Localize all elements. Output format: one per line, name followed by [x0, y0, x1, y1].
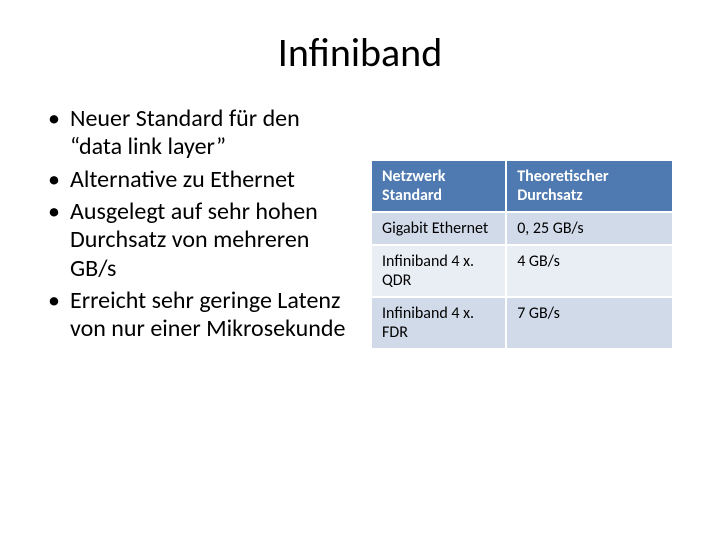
list-item: Neuer Standard für den “data link layer”: [48, 105, 348, 162]
list-item: Alternative zu Ethernet: [48, 166, 348, 194]
table-cell: Infiniband 4 x. FDR: [372, 297, 506, 349]
table-row: Gigabit Ethernet 0, 25 GB/s: [372, 212, 672, 245]
slide-content: Neuer Standard für den “data link layer”…: [48, 105, 672, 350]
table-cell: 0, 25 GB/s: [506, 212, 672, 245]
table-row: Infiniband 4 x. FDR 7 GB/s: [372, 297, 672, 349]
list-item: Ausgelegt auf sehr hohen Durchsatz von m…: [48, 198, 348, 283]
list-item: Erreicht sehr geringe Latenz von nur ein…: [48, 287, 348, 344]
table-row: Infiniband 4 x. QDR 4 GB/s: [372, 245, 672, 297]
table-cell: Gigabit Ethernet: [372, 212, 506, 245]
table-header-row: Netzwerk Standard Theoretischer Durchsat…: [372, 161, 672, 212]
table-header-cell: Theoretischer Durchsatz: [506, 161, 672, 212]
throughput-table: Netzwerk Standard Theoretischer Durchsat…: [372, 161, 672, 350]
bullet-list: Neuer Standard für den “data link layer”…: [48, 105, 348, 348]
slide-title: Infiniband: [48, 28, 672, 77]
table-header-cell: Netzwerk Standard: [372, 161, 506, 212]
table-cell: 7 GB/s: [506, 297, 672, 349]
table-cell: Infiniband 4 x. QDR: [372, 245, 506, 297]
slide: Infiniband Neuer Standard für den “data …: [0, 0, 720, 540]
throughput-table-wrap: Netzwerk Standard Theoretischer Durchsat…: [372, 161, 672, 350]
table-cell: 4 GB/s: [506, 245, 672, 297]
